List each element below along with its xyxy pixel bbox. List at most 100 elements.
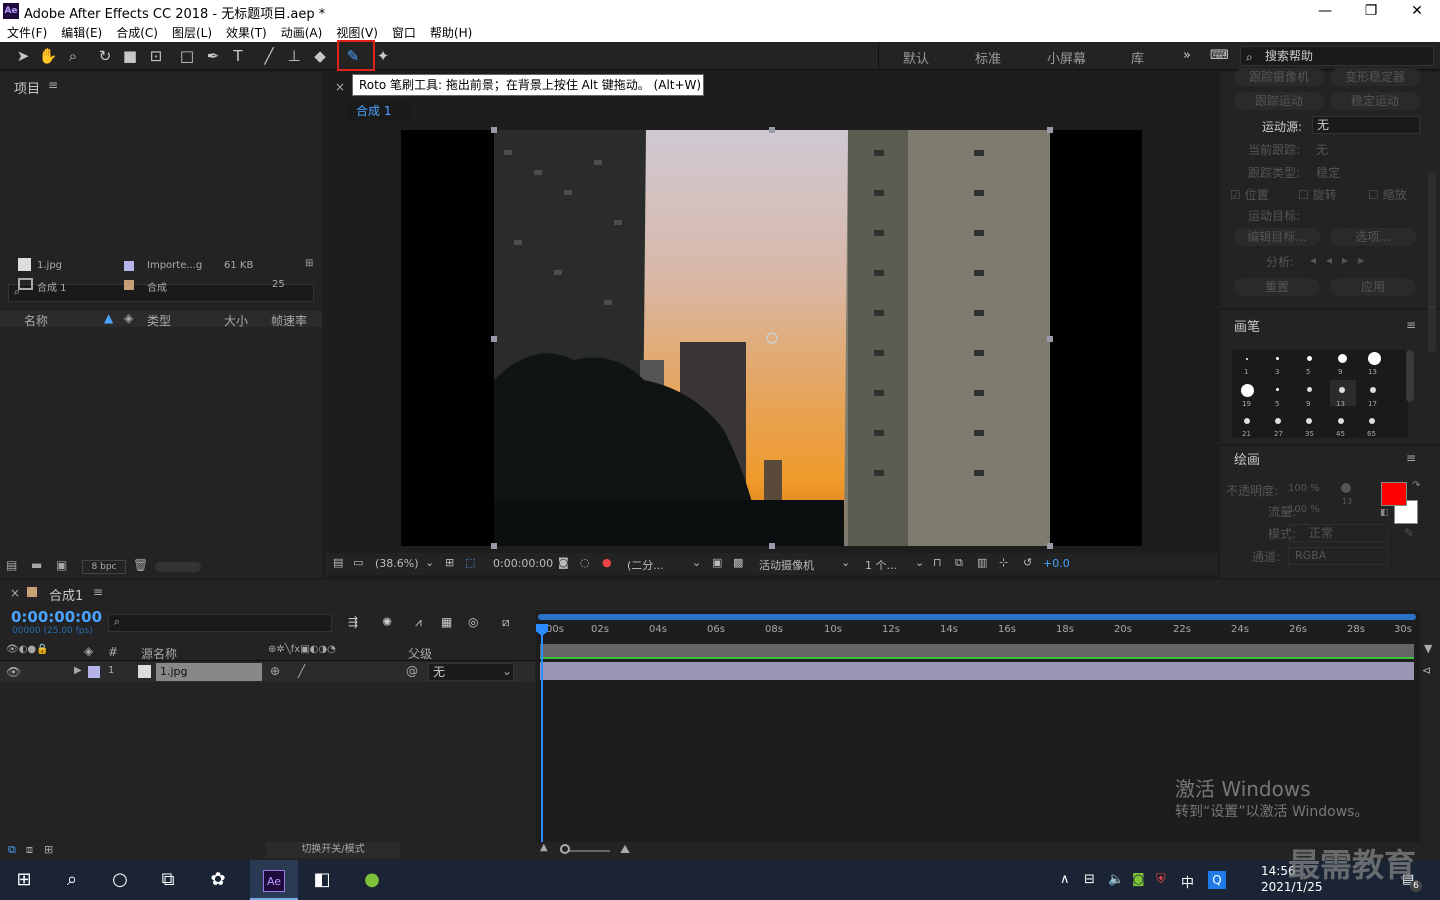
chevron-right-icon[interactable]: »	[1183, 48, 1191, 63]
ime-indicator[interactable]: 中	[1181, 872, 1194, 891]
monitor-icon[interactable]: ▭	[353, 556, 363, 569]
apply-button[interactable]: 应用	[1330, 278, 1416, 296]
menu-layer[interactable]: 图层(L)	[165, 22, 219, 42]
layer-name[interactable]: 1.jpg	[156, 663, 262, 681]
cortana-icon[interactable]: ○	[96, 860, 144, 900]
brush-tip-icon[interactable]	[1339, 387, 1345, 393]
show-snapshot-icon[interactable]: ◌	[580, 556, 590, 569]
col-source-name[interactable]: 源名称	[141, 645, 177, 662]
label-color[interactable]	[124, 280, 134, 290]
track-camera-button[interactable]: 跟踪摄像机	[1234, 68, 1324, 86]
network-icon[interactable]: ⊟	[1084, 872, 1095, 887]
menu-composition[interactable]: 合成(C)	[109, 22, 165, 42]
close-tab-icon[interactable]: ×	[10, 586, 20, 600]
close-button[interactable]: ✕	[1394, 0, 1440, 22]
close-tab-icon[interactable]: ×	[335, 80, 345, 94]
hand-tool-icon[interactable]: ✋	[37, 46, 59, 66]
stabilize-motion-button[interactable]: 稳定运动	[1330, 92, 1420, 110]
label-tag-icon[interactable]: ◈	[84, 644, 93, 658]
toggle-pixel-aspect-icon[interactable]: ⊓	[933, 556, 942, 569]
transform-handle[interactable]	[1047, 336, 1053, 342]
swap-colors-icon[interactable]: ↷	[1412, 480, 1420, 491]
options-button[interactable]: 选项...	[1330, 228, 1416, 246]
visibility-eye-icon[interactable]: 👁	[6, 665, 21, 679]
layer-row[interactable]: 👁 ▶ 1 1.jpg ⊕ ╱ @ 无 ⌄	[0, 662, 535, 682]
zoom-in-icon[interactable]: ⛰	[620, 842, 630, 857]
mask-visibility-icon[interactable]: ⬚	[465, 556, 475, 569]
mode-select[interactable]: 正常	[1288, 524, 1388, 542]
views-select[interactable]: 1 个...	[865, 557, 897, 573]
timeline-comp-name[interactable]: 合成1	[49, 585, 83, 604]
keyboard-icon[interactable]: ⌨	[1210, 48, 1229, 63]
position-checkbox[interactable]: ☑ 位置	[1230, 186, 1269, 203]
after-effects-taskbar-button[interactable]: Ae	[250, 860, 298, 900]
current-track-select[interactable]: 无	[1316, 141, 1328, 158]
default-colors-icon[interactable]: ◧	[1380, 508, 1389, 518]
track-type-select[interactable]: 稳定	[1316, 164, 1340, 181]
pickwhip-icon[interactable]: @	[406, 664, 418, 678]
brush-tip-icon[interactable]	[1338, 418, 1344, 424]
zoom-tool-icon[interactable]: ⌕	[62, 46, 84, 66]
warp-stabilizer-button[interactable]: 变形稳定器	[1330, 68, 1420, 86]
footage-image[interactable]	[494, 130, 1050, 546]
camera-tool-icon[interactable]: ■	[119, 46, 141, 66]
chevron-down-icon[interactable]: ⌄	[692, 556, 701, 569]
workspace-standard[interactable]: 标准	[975, 48, 1001, 67]
toggle-switches-modes[interactable]: 切换开关/模式	[266, 842, 400, 858]
search-icon[interactable]: ⌕	[48, 860, 96, 900]
brush-scrollbar[interactable]	[1406, 350, 1414, 402]
brush-grid[interactable]: 1 3 5 9 13 19 5 9 13 17 21 27 35 45 65	[1232, 350, 1408, 438]
pinwheel-app-icon[interactable]: ✿	[194, 860, 242, 900]
clone-stamp-tool-icon[interactable]: ⊥	[283, 46, 305, 66]
col-type[interactable]: 类型	[147, 312, 171, 329]
panel-menu-icon[interactable]: ≡	[48, 78, 58, 92]
menu-window[interactable]: 窗口	[385, 22, 423, 42]
transform-handle[interactable]	[1047, 127, 1053, 133]
col-size[interactable]: 大小	[224, 312, 248, 329]
notepad-app-icon[interactable]: ◧	[298, 860, 346, 900]
brush-tip-icon[interactable]	[1244, 418, 1250, 424]
interpret-footage-icon[interactable]: ▤	[6, 558, 17, 572]
in-out-panes-icon[interactable]: ⊞	[44, 843, 53, 856]
pan-behind-tool-icon[interactable]: ⊡	[145, 46, 167, 66]
chevron-down-icon[interactable]: ⌄	[841, 556, 850, 569]
tracker-scrollbar[interactable]	[1428, 172, 1436, 352]
eraser-tool-icon[interactable]: ◆	[309, 46, 331, 66]
panel-menu-icon[interactable]: ≡	[1406, 451, 1416, 465]
slider-thumb[interactable]	[560, 844, 570, 854]
rectangle-tool-icon[interactable]: □	[176, 46, 198, 66]
windows-start-icon[interactable]: ⊞	[0, 860, 48, 900]
label-tag-icon[interactable]: ◈	[124, 311, 133, 325]
foreground-color-swatch[interactable]	[1381, 482, 1407, 506]
brush-tip-icon[interactable]	[1275, 418, 1281, 424]
motion-source-select[interactable]: 无	[1312, 116, 1420, 134]
time-ruler[interactable]: 00s 02s 04s 06s 08s 10s 12s 14s 16s 18s …	[536, 622, 1416, 640]
layer-search-input[interactable]	[108, 614, 332, 632]
search-help-input[interactable]: 搜索帮助	[1240, 46, 1434, 66]
scale-checkbox[interactable]: ☐ 缩放	[1368, 186, 1407, 203]
region-of-interest-icon[interactable]: ▣	[712, 556, 722, 569]
selection-tool-icon[interactable]: ➤	[12, 46, 34, 66]
flow-value[interactable]: 100 %	[1288, 504, 1320, 515]
frame-blending-icon[interactable]: ▦	[441, 615, 452, 629]
workspace-small-screen[interactable]: 小屏幕	[1047, 48, 1086, 67]
menu-help[interactable]: 帮助(H)	[423, 22, 479, 42]
always-preview-icon[interactable]: ▤	[333, 556, 343, 569]
exposure-value[interactable]: +0.0	[1043, 557, 1070, 570]
panel-menu-icon[interactable]: ≡	[1406, 318, 1416, 332]
timeline-icon[interactable]: ▥	[977, 556, 987, 569]
opacity-value[interactable]: 100 %	[1288, 483, 1320, 494]
brush-tip-icon[interactable]	[1307, 356, 1312, 361]
trash-icon[interactable]: 🗑	[133, 558, 148, 572]
brush-tool-icon[interactable]: ╱	[258, 46, 280, 66]
transfer-controls-icon[interactable]: ⧈	[26, 843, 33, 857]
brush-tip-icon[interactable]	[1307, 387, 1312, 392]
track-motion-button[interactable]: 跟踪运动	[1234, 92, 1324, 110]
zoom-out-icon[interactable]: ▲	[540, 842, 548, 853]
brush-tip-icon[interactable]	[1369, 418, 1375, 424]
project-row[interactable]: 1.jpg Importe...g 61 KB ⊞	[0, 258, 322, 276]
camera-select[interactable]: 活动摄像机	[759, 557, 814, 573]
flowchart-icon[interactable]: ⊞	[305, 258, 313, 269]
pen-tool-icon[interactable]: ✒	[202, 46, 224, 66]
workspace-default[interactable]: 默认	[903, 48, 929, 67]
